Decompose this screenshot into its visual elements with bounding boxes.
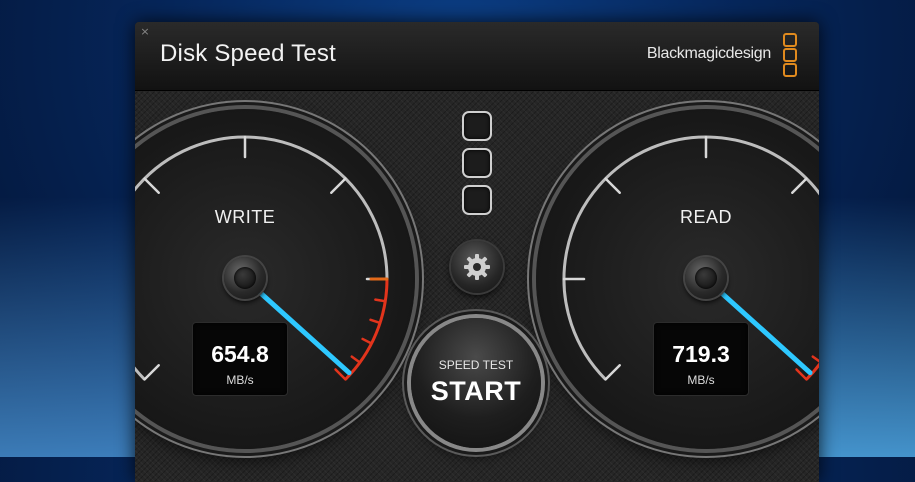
- drive-slot-icon[interactable]: [462, 148, 492, 178]
- drive-slot-icon[interactable]: [462, 185, 492, 215]
- target-drive-slots: [462, 111, 492, 222]
- write-gauge-hub: [224, 257, 266, 299]
- write-gauge: WRITE 654.8 MB/s: [135, 109, 415, 449]
- read-gauge-needle: [699, 272, 813, 376]
- drive-slot-icon[interactable]: [462, 111, 492, 141]
- settings-button[interactable]: [451, 241, 503, 293]
- start-button[interactable]: SPEED TEST START: [411, 318, 541, 448]
- app-title: Disk Speed Test: [160, 40, 336, 67]
- write-gauge-needle: [238, 272, 352, 376]
- close-icon[interactable]: ×: [139, 26, 151, 38]
- disk-speed-test-window: × Disk Speed Test Blackmagicdesign WRITE…: [135, 22, 819, 482]
- main-panel: WRITE 654.8 MB/s READ 719.3 MB/s SPEED T…: [135, 91, 819, 482]
- desktop-background-glow-left: [0, 197, 140, 457]
- read-gauge-hub: [685, 257, 727, 299]
- gear-icon: [464, 254, 490, 280]
- blackmagic-logo-icon: [783, 33, 799, 77]
- title-bar: × Disk Speed Test Blackmagicdesign: [135, 22, 819, 91]
- start-button-caption: SPEED TEST: [438, 358, 514, 372]
- read-gauge: READ 719.3 MB/s: [536, 109, 819, 449]
- brand-wordmark: Blackmagicdesign: [646, 45, 771, 62]
- start-button-label: START: [430, 376, 522, 406]
- desktop-background-glow-right: [815, 197, 915, 457]
